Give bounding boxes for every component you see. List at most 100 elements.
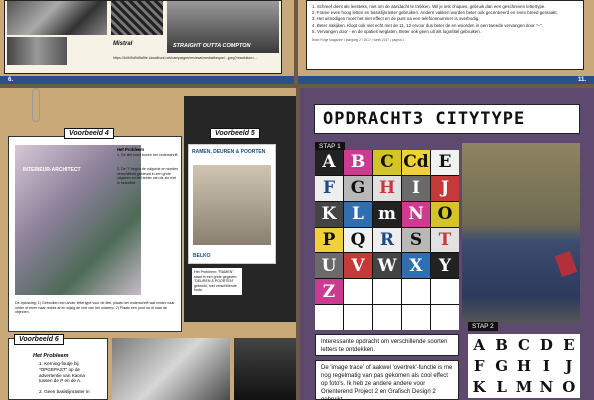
grid-letter-cell xyxy=(373,305,401,330)
page-11-content: 1. Schreef dient als leesteks, niet om d… xyxy=(306,0,584,70)
person-photo xyxy=(462,143,580,323)
voorbeeld-6-photo-strip xyxy=(234,338,296,400)
paperclip-icon xyxy=(32,88,40,122)
stap-2-letter: A xyxy=(473,335,486,354)
page-6-footer-bar: 6. xyxy=(0,76,294,84)
stap-2-letter: G xyxy=(495,356,508,375)
grid-letter-cell: O xyxy=(431,201,459,227)
voorbeeld-6-panel: Het Probleem 1. Kerning-foutje bij "OPGE… xyxy=(8,338,108,400)
stap-2-letter: E xyxy=(563,335,575,354)
stap-2-letters: ABCDE FGHIJ KLMNO xyxy=(468,334,580,398)
bw-poster-image xyxy=(111,1,163,35)
v6-probleem-heading: Het Probleem xyxy=(33,353,69,359)
stap-2-letter: I xyxy=(542,356,550,375)
stap-2-letter: N xyxy=(539,378,554,397)
grid-letter-cell: T xyxy=(431,227,459,253)
stap-2-letter: O xyxy=(562,378,576,397)
grid-letter-cell: U xyxy=(315,253,343,279)
page-voorbeelden: INTERIEUR-ARCHITECT Het Probleem 1. De t… xyxy=(0,88,296,400)
grid-letter-cell: Cd xyxy=(402,150,430,175)
voorbeeld-6-label: Voorbeeld 6 xyxy=(14,334,64,345)
kaona-advert-image xyxy=(112,338,230,400)
page-number-11: 11. xyxy=(577,77,586,83)
grid-letter-cell: B xyxy=(344,150,372,175)
grid-letter-cell: E xyxy=(431,150,459,175)
grid-letter-cell xyxy=(344,305,372,330)
grid-letter-cell: Y xyxy=(431,253,459,279)
letter-grid: A B C Cd E F G H I J K Lm N O P Q R S T U V W X Y Z xyxy=(315,150,459,330)
stap-2-letter: H xyxy=(516,356,532,375)
stap-2-letter: K xyxy=(472,378,486,397)
red-shoe xyxy=(554,250,578,278)
grid-letter-cell: X xyxy=(402,253,430,279)
grid-letter-cell: S xyxy=(402,227,430,253)
crowd-photo xyxy=(7,1,107,35)
probleem-item-1: 1. De titel komt boven het onderschrift. xyxy=(117,153,179,157)
grid-letter-cell: I xyxy=(402,175,430,201)
voorbeeld-5-label: Voorbeeld 5 xyxy=(210,128,260,139)
stap-2-letter: C xyxy=(518,335,530,354)
probleem-heading: Het Probleem xyxy=(117,147,144,152)
oplossing-text: De oplossing: 1) Gebruiken een ander let… xyxy=(15,301,175,315)
grid-letter-cell: A xyxy=(315,150,343,175)
grid-letter-cell: Q xyxy=(344,227,372,253)
page-6-content: STRAIGHT OUTTA COMPTON Mistral https://b… xyxy=(4,0,282,74)
stap-2-letter: J xyxy=(565,356,573,375)
stap-2-letter: D xyxy=(539,335,553,354)
page-number-6: 6. xyxy=(8,77,14,83)
voorbeeld-4-label: Voorbeeld 4 xyxy=(64,128,114,139)
advert-title: INTERIEUR-ARCHITECT xyxy=(23,167,81,173)
grid-letter-cell: V xyxy=(344,253,372,279)
grid-letter-cell: W xyxy=(373,253,401,279)
grid-letter-cell xyxy=(402,279,430,305)
grid-letter-cell: K xyxy=(315,201,343,227)
v6-probleem-item-1: 1. Kerning-foutje bij "OPGEPAST" op de a… xyxy=(39,361,85,384)
page-11-footer-bar: 11. xyxy=(298,76,594,84)
feedback-line-5: 5. Vervangen door - en de spaties weglat… xyxy=(312,28,481,34)
stap-2-letter: L xyxy=(496,378,507,397)
grid-letter-cell xyxy=(373,279,401,305)
mistral-caption: Mistral xyxy=(113,41,133,47)
v6-probleem-item-2: 2. Geen basislijnraster in xyxy=(39,389,90,394)
citytype-trace-text: De 'image trace' of aakwel 'overtrek'-fu… xyxy=(315,360,459,400)
voorbeeld-5-probleem: Het Probleem: "RAMEN" staat in een grote… xyxy=(194,270,237,293)
belko-door-photo xyxy=(193,165,271,245)
stap-2-letter: M xyxy=(515,378,533,397)
voorbeeld-5-note: Het Probleem: "RAMEN" staat in een grote… xyxy=(192,268,242,295)
page-6: STRAIGHT OUTTA COMPTON Mistral https://b… xyxy=(0,0,294,84)
citytype-title: OPDRACHT3 CITYTYPE xyxy=(323,109,526,129)
page-11: 1. Schreef dient als leesteks, niet om d… xyxy=(298,0,594,84)
citytype-intro-text: Interessante opdracht om verschillende s… xyxy=(315,334,459,356)
grid-letter-cell: F xyxy=(315,175,343,201)
grid-letter-cell xyxy=(431,279,459,305)
grid-letter-cell: R xyxy=(373,227,401,253)
compton-poster: STRAIGHT OUTTA COMPTON xyxy=(167,1,279,53)
grid-letter-cell xyxy=(431,305,459,330)
belko-advert-image: RAMEN, DEUREN & POORTEN BELKO xyxy=(188,144,276,264)
grid-letter-cell: m xyxy=(373,201,401,227)
belko-brand: BELKO xyxy=(193,253,211,259)
stap-2-letter: B xyxy=(495,335,508,354)
stap-2-label: STAP 2 xyxy=(468,322,498,331)
grid-letter-cell: H xyxy=(373,175,401,201)
feedback-line-4: 4. Beter nakijken. Klopt ook niet echt m… xyxy=(312,22,543,28)
grid-letter-cell: N xyxy=(402,201,430,227)
image-url[interactable]: https://b4f49d9d9a9fe.cloudfront.net/cam… xyxy=(113,56,279,61)
citytype-title-box: OPDRACHT3 CITYTYPE xyxy=(314,104,580,134)
grid-letter-cell: G xyxy=(344,175,372,201)
page-citytype: OPDRACHT3 CITYTYPE STAP 1 A B C Cd E F G H I J K Lm… xyxy=(300,88,594,400)
grid-letter-cell: Z xyxy=(315,279,343,305)
grid-letter-cell: C xyxy=(373,150,401,175)
compton-poster-text: STRAIGHT OUTTA COMPTON xyxy=(173,43,251,49)
grid-letter-cell: P xyxy=(315,227,343,253)
second-crowd-photo xyxy=(7,37,67,65)
belko-heading: RAMEN, DEUREN & POORTEN xyxy=(192,149,266,155)
page-11-footer-text: Brain Folge Magazine • jaargang 2 / 2017… xyxy=(312,38,405,43)
grid-letter-cell: L xyxy=(344,201,372,227)
grid-letter-cell: J xyxy=(431,175,459,201)
grid-letter-cell xyxy=(402,305,430,330)
stap-2-letter: F xyxy=(473,356,485,375)
voorbeeld-4-panel: INTERIEUR-ARCHITECT Het Probleem 1. De t… xyxy=(8,136,182,332)
grid-letter-cell xyxy=(344,279,372,305)
probleem-item-2: 2. De "i" begint de volgorde en worden v… xyxy=(117,167,179,185)
